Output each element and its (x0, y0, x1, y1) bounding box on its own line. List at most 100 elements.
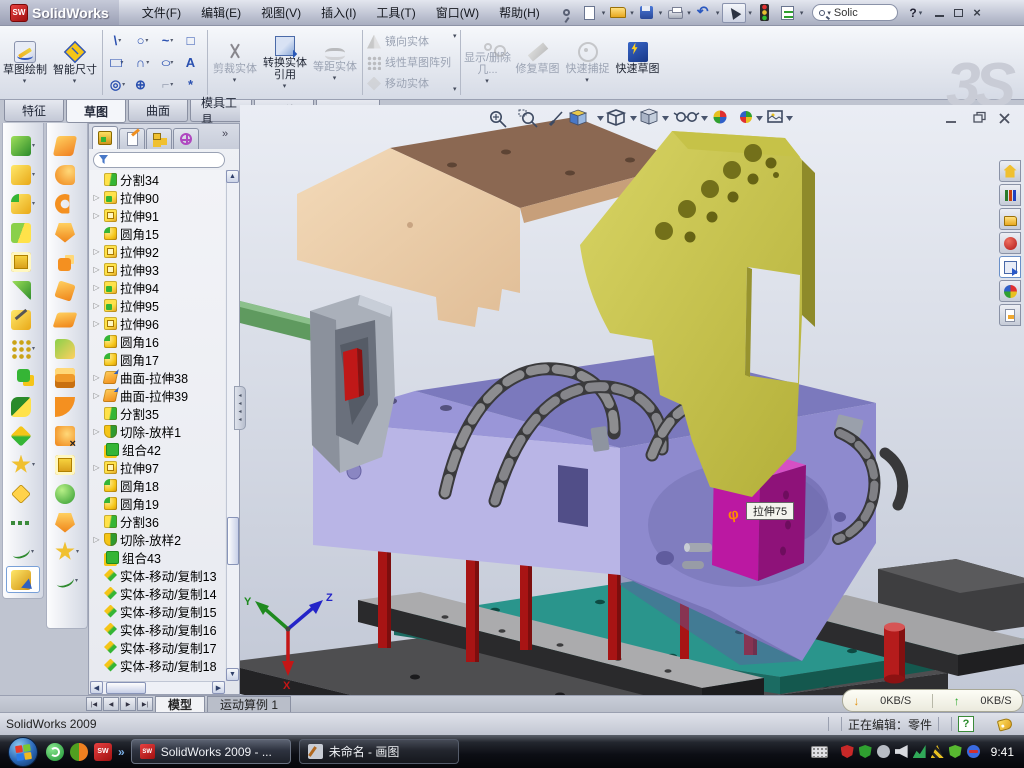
feature-tree-item[interactable]: ▷ 实体-移动/复制13 (90, 566, 225, 584)
expander-icon[interactable]: ▷ (92, 373, 101, 382)
tool-button[interactable]: ▾ (47, 305, 87, 334)
feature-tree-item[interactable]: ▷ 拉伸96 (90, 314, 225, 332)
tool-button[interactable]: ▾ (47, 160, 87, 189)
new-file-dropdown[interactable]: ▾ (602, 9, 606, 17)
feature-tree-item[interactable]: ▷ 圆角19 (90, 494, 225, 512)
tool-button[interactable]: ▾ (47, 334, 87, 363)
sketch-entity-button[interactable]: ~ ▾ (155, 30, 180, 52)
tool-button[interactable]: ▾ (3, 189, 43, 218)
graphics-viewport[interactable]: φ (240, 105, 1024, 695)
expander-icon[interactable]: ▷ (92, 391, 101, 400)
save-button[interactable] (637, 3, 657, 23)
file-explorer-tab[interactable] (999, 208, 1021, 230)
tool-button[interactable]: ▾ (47, 566, 87, 595)
section-view-icon[interactable] (570, 110, 586, 125)
panel-tabs-overflow[interactable]: » (222, 128, 228, 140)
feature-tree-item[interactable]: ▷ 曲面-拉伸38 (90, 368, 225, 386)
quick-launch-icon[interactable] (70, 743, 88, 761)
tool-button[interactable]: ▾ (3, 276, 43, 305)
options-dropdown[interactable]: ▾ (800, 9, 804, 17)
scroll-left-button[interactable]: ◀ (90, 681, 103, 694)
feature-tree-item[interactable]: ▷ 组合43 (90, 548, 225, 566)
panel-tab[interactable] (119, 128, 145, 149)
menu-item[interactable]: 视图(V) (252, 1, 310, 24)
tray-icon[interactable] (949, 745, 962, 758)
tool-button[interactable]: ▾ (47, 276, 87, 305)
expander-icon[interactable]: ▷ (92, 211, 101, 220)
sketch-tool-row-button[interactable]: 镜向实体 (367, 33, 451, 51)
sketch-command-button[interactable]: 草图绘制 ▾ (0, 26, 50, 99)
options-checklist-button[interactable] (778, 3, 798, 23)
expander-icon[interactable]: ▷ (92, 247, 101, 256)
undo-dropdown[interactable]: ▾ (716, 9, 720, 17)
tool-button[interactable]: ▾ (3, 421, 43, 450)
sketch-tool-button[interactable]: 等距实体 ▾ (310, 26, 360, 99)
feature-tree-item[interactable]: ▷ 分割34 (90, 170, 225, 188)
feature-tree-item[interactable]: ▷ 拉伸92 (90, 242, 225, 260)
sketch-entity-button[interactable]: ◎ ▾ (105, 74, 130, 96)
model-red-cylinder[interactable] (884, 623, 905, 684)
tray-icon[interactable] (877, 745, 890, 758)
tab-nav-button[interactable]: ▶| (137, 697, 153, 711)
feature-tree-item[interactable]: ▷ 圆角18 (90, 476, 225, 494)
panel-splitter-handle[interactable]: ◂◂◂◂ (234, 386, 246, 430)
open-dropdown[interactable]: ▾ (630, 9, 634, 17)
save-dropdown[interactable]: ▾ (659, 9, 663, 17)
feature-tree-item[interactable]: ▷ 圆角15 (90, 224, 225, 242)
tool-button[interactable]: ▾ (47, 479, 87, 508)
feature-tree-item[interactable]: ▷ 分割35 (90, 404, 225, 422)
quick-launch-icon[interactable] (46, 743, 64, 761)
sketch-entity-button[interactable]: □ ▾ (180, 30, 205, 52)
tool-button[interactable]: ▾ (47, 218, 87, 247)
expander-icon[interactable]: ▷ (92, 319, 101, 328)
menu-item[interactable]: 窗口(W) (427, 1, 488, 24)
undo-button[interactable] (694, 3, 714, 23)
tree-filter-input[interactable] (93, 152, 225, 168)
panel-tab[interactable] (146, 128, 172, 149)
feature-tree-item[interactable]: ▷ 实体-移动/复制18 (90, 656, 225, 674)
start-button[interactable] (8, 737, 38, 767)
tray-icon[interactable] (859, 745, 872, 758)
close-button[interactable]: × (973, 8, 981, 18)
tool-button[interactable]: ▾ (3, 479, 43, 508)
sketch-entity-button[interactable]: □ ▾ (105, 52, 130, 74)
feature-tree-item[interactable]: ▷ 拉伸95 (90, 296, 225, 314)
print-button[interactable] (665, 3, 685, 23)
sketch-entity-button[interactable]: ∩ ▾ (130, 52, 155, 74)
tab-nav-button[interactable]: ◀ (103, 697, 119, 711)
tool-button[interactable]: ▾ (47, 189, 87, 218)
row-tools-dropdown[interactable]: ▾ (453, 32, 457, 40)
select-dropdown[interactable]: ▾ (748, 9, 752, 17)
tool-button[interactable]: ▾ (3, 392, 43, 421)
menu-item[interactable]: 文件(F) (133, 1, 190, 24)
expander-icon[interactable]: ▷ (92, 427, 101, 436)
tab-nav-button[interactable]: |◀ (86, 697, 102, 711)
new-file-button[interactable] (580, 3, 600, 23)
feature-tree-item[interactable]: ▷ 拉伸91 (90, 206, 225, 224)
expander-icon[interactable]: ▷ (92, 283, 101, 292)
custom-properties-tab[interactable] (999, 304, 1021, 326)
tray-icon[interactable] (895, 745, 908, 758)
view-orientation-icon[interactable] (641, 109, 657, 124)
row-tools-dropdown[interactable]: ▾ (453, 85, 457, 93)
keyboard-language-icon[interactable] (811, 746, 828, 758)
tree-horizontal-scrollbar[interactable] (90, 681, 225, 694)
select-button[interactable] (722, 3, 746, 23)
feature-tree-item[interactable]: ▷ 拉伸93 (90, 260, 225, 278)
tool-button[interactable]: ▾ (47, 392, 87, 421)
search-scope-dropdown[interactable]: ▾ (827, 9, 831, 17)
command-dropdown[interactable]: ▾ (23, 77, 27, 85)
view-palette-tab[interactable] (999, 256, 1021, 278)
open-file-button[interactable] (608, 3, 628, 23)
panel-tab[interactable] (173, 128, 199, 149)
tool-button[interactable]: ▾ (3, 160, 43, 189)
feature-tree-item[interactable]: ▷ 曲面-拉伸39 (90, 386, 225, 404)
feature-tree-item[interactable]: ▷ 分割36 (90, 512, 225, 530)
tray-icon[interactable] (913, 745, 926, 758)
sketch-entity-button[interactable]: ⌐ ▾ (155, 74, 180, 96)
restore-button[interactable] (954, 9, 963, 17)
tab-nav-button[interactable]: ▶ (120, 697, 136, 711)
scroll-right-button[interactable]: ▶ (212, 681, 225, 694)
edit-appearance-icon[interactable] (714, 111, 727, 124)
toolbox-tab[interactable] (999, 232, 1021, 254)
